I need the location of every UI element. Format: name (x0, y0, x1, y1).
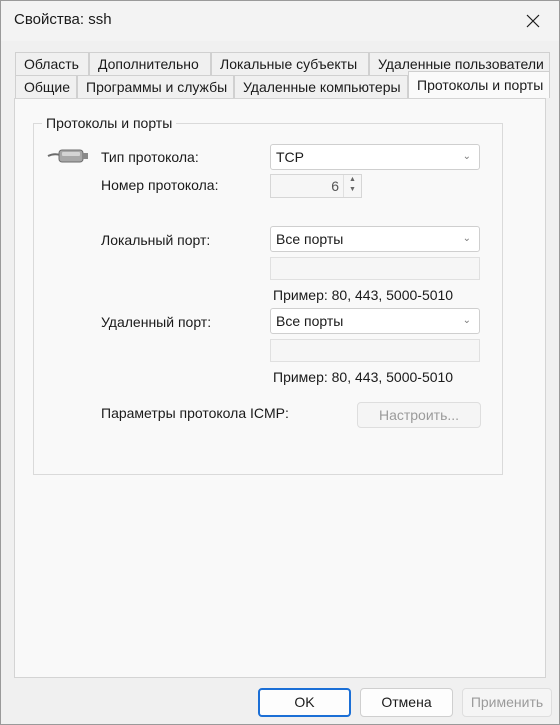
local-port-label: Локальный порт: (101, 232, 211, 248)
remote-port-select[interactable]: Все порты ⌄ (270, 308, 480, 334)
protocol-number-label: Номер протокола: (101, 177, 219, 193)
remote-port-value: Все порты (276, 313, 344, 329)
remote-port-example: Пример: 80, 443, 5000-5010 (273, 369, 454, 385)
title-bar: Свойства: ssh (1, 1, 559, 41)
tab-advanced[interactable]: Дополнительно (89, 52, 211, 75)
close-button[interactable] (517, 7, 549, 35)
tab-scope[interactable]: Область (15, 52, 89, 75)
remote-port-label: Удаленный порт: (101, 314, 212, 330)
tab-protocols-ports[interactable]: Протоколы и порты (408, 71, 550, 98)
remote-port-input (270, 339, 480, 362)
icmp-settings-label: Параметры протокола ICMP: (101, 405, 289, 421)
tab-remote-computers[interactable]: Удаленные компьютеры (234, 75, 408, 98)
tab-row-2: Общие Программы и службы Удаленные компь… (15, 71, 550, 98)
chevron-down-icon: ⌄ (462, 233, 471, 244)
protocol-type-label: Тип протокола: (101, 149, 199, 165)
network-cable-icon (47, 149, 88, 163)
protocol-number-stepper: 6 ▲ ▼ (270, 174, 362, 198)
local-port-example: Пример: 80, 443, 5000-5010 (273, 287, 454, 303)
protocol-number-value: 6 (331, 178, 339, 194)
tab-programs-services[interactable]: Программы и службы (77, 75, 234, 98)
local-port-select[interactable]: Все порты ⌄ (270, 226, 480, 252)
tab-local-principals[interactable]: Локальные субъекты (211, 52, 369, 75)
cancel-button[interactable]: Отмена (360, 688, 453, 717)
local-port-value: Все порты (276, 231, 344, 247)
chevron-down-icon: ⌄ (462, 315, 471, 326)
tab-general[interactable]: Общие (15, 75, 77, 98)
dialog-footer: OK Отмена Применить (1, 678, 559, 724)
stepper-arrows-icon: ▲ ▼ (343, 175, 361, 197)
group-title: Протоколы и порты (42, 115, 177, 131)
icmp-customize-button: Настроить... (357, 402, 481, 428)
apply-button: Применить (462, 688, 552, 717)
tab-panel: Протоколы и порты Тип протокола: TCP ⌄ Н… (14, 98, 546, 678)
properties-dialog: Свойства: ssh Область Дополнительно Лока… (0, 0, 560, 725)
ok-button[interactable]: OK (258, 688, 351, 717)
local-port-input (270, 257, 480, 280)
protocol-type-select[interactable]: TCP ⌄ (270, 144, 480, 170)
window-title: Свойства: ssh (14, 11, 112, 28)
close-icon (526, 14, 540, 28)
chevron-down-icon: ⌄ (462, 151, 471, 162)
protocol-type-value: TCP (276, 149, 304, 165)
